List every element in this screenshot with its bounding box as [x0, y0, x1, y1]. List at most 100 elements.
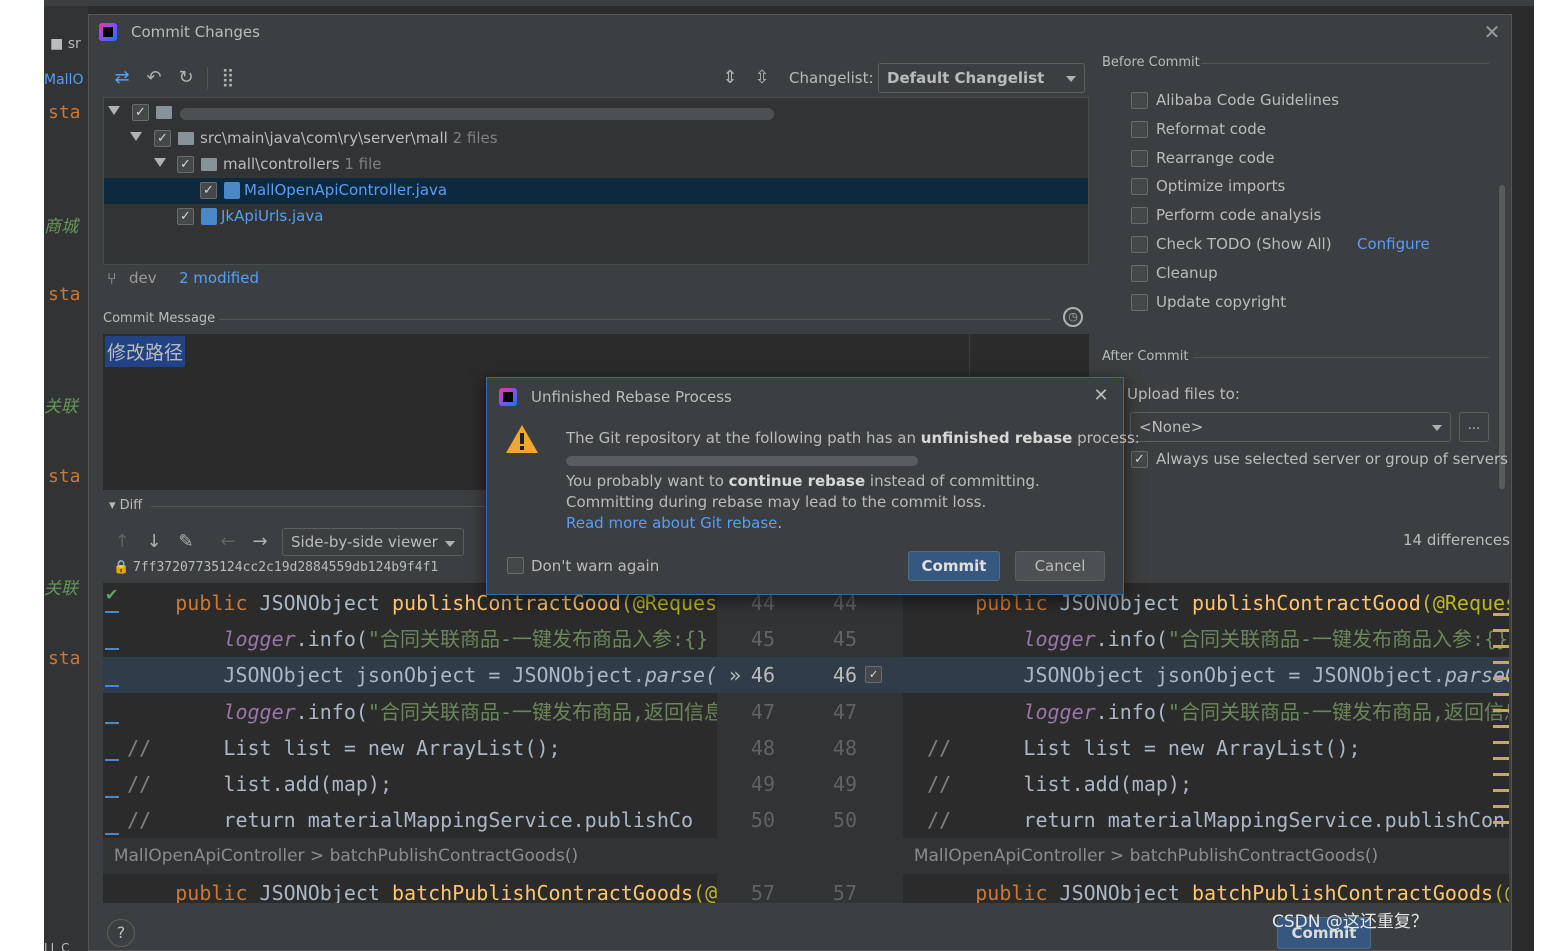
expand-all-icon[interactable]: ⇕ [719, 67, 741, 89]
tree-row-folder[interactable]: ✓ mall\controllers 1 file [104, 152, 1088, 178]
expand-arrow-icon[interactable] [154, 158, 166, 167]
diff-label: Diff [119, 498, 143, 513]
ide-cn-fragment: 关联 [44, 579, 78, 599]
left-code-pane[interactable]: public JSONObject publishContractGood(@R… [103, 583, 717, 903]
arrow-right-icon[interactable]: → [249, 531, 271, 553]
arrow-down-icon[interactable]: ↓ [143, 531, 165, 553]
show-diff-icon[interactable]: ⇄ [111, 67, 133, 89]
commit-hash: 7ff37207735124cc2c19d2884559db124b9f4f1 [133, 560, 439, 575]
option-checkbox[interactable] [1131, 120, 1148, 138]
changelist-label: Changelist: [789, 69, 874, 87]
code-line: // List list = new ArrayList(); [127, 735, 561, 760]
edit-icon[interactable]: ✎ [175, 531, 197, 553]
scroll-marker [1493, 741, 1509, 744]
modified-count-link[interactable]: 2 modified [179, 269, 259, 287]
code-line: public JSONObject batchPublishContractGo… [175, 880, 717, 903]
tree-row-root[interactable]: ✓ [104, 100, 1088, 126]
scroll-marker [1493, 693, 1509, 696]
option-checkbox[interactable] [1131, 293, 1148, 311]
browse-servers-button[interactable]: ... [1459, 412, 1489, 442]
viewer-mode-dropdown[interactable]: Side-by-side viewer [282, 528, 464, 556]
code-line: // list.add(map); [127, 772, 393, 796]
chevron-down-icon [445, 541, 455, 547]
after-commit-label: After Commit [1102, 349, 1189, 364]
line-number-right: 50 [832, 808, 857, 833]
rebase-cancel-button[interactable]: Cancel [1015, 551, 1105, 581]
help-button[interactable]: ? [107, 919, 135, 947]
divider [151, 506, 491, 507]
folder-checkbox[interactable]: ✓ [177, 156, 194, 173]
arrow-up-icon[interactable]: ↑ [111, 531, 133, 553]
line-number-left: 45 [750, 627, 775, 652]
folder-icon [201, 158, 217, 171]
upload-server-value: <None> [1139, 418, 1204, 436]
refresh-icon[interactable]: ↻ [175, 67, 197, 89]
changelist-dropdown[interactable]: Default Changelist [878, 63, 1085, 93]
git-rebase-help-link[interactable]: Read more about Git rebase. [566, 514, 782, 532]
ide-code-fragment: sta [48, 102, 81, 123]
line-number-left: 57 [750, 880, 775, 903]
scroll-marker [1493, 629, 1509, 632]
option-label: Alibaba Code Guidelines [1156, 91, 1339, 109]
right-code-pane[interactable]: public JSONObject publishContractGood(@R… [903, 583, 1509, 903]
rebase-commit-button[interactable]: Commit [908, 551, 1000, 581]
option-label: Rearrange code [1156, 148, 1275, 167]
tree-row-folder[interactable]: ✓ src\main\java\com\ry\server\mall 2 fil… [104, 126, 1088, 152]
blurred-path [180, 108, 774, 120]
warning-icon [506, 425, 538, 453]
option-label: Optimize imports [1156, 177, 1286, 196]
collapse-all-icon[interactable]: ⇳ [751, 67, 773, 89]
tree-row-file[interactable]: ✓ MallOpenApiController.java [104, 178, 1088, 204]
code-line: JSONObject jsonObject = JSONObject.parse… [903, 657, 1509, 694]
diff-viewer: public JSONObject publishContractGood(@R… [103, 583, 1509, 903]
folder-checkbox[interactable]: ✓ [154, 130, 171, 147]
arrow-left-icon[interactable]: ← [217, 531, 239, 553]
group-by-icon[interactable]: ⣿ [217, 67, 239, 89]
scrollbar[interactable] [1499, 185, 1505, 489]
close-icon[interactable]: ✕ [1091, 386, 1111, 406]
message-history-icon[interactable]: ◷ [1063, 307, 1083, 327]
ide-left-strip: ■ sr MallO sta 商城 sta 关联 sta 关联 sta LL C [44, 6, 88, 951]
diff-section-toggle[interactable]: ▾ Diff [109, 498, 142, 513]
upload-server-dropdown[interactable]: <None> [1130, 412, 1451, 442]
configure-link[interactable]: Configure [1357, 235, 1430, 253]
divider [219, 319, 1051, 320]
rollback-icon[interactable]: ↶ [143, 67, 165, 89]
option-checkbox[interactable] [1131, 149, 1148, 167]
change-marker [105, 611, 119, 613]
option-checkbox[interactable] [1131, 236, 1148, 253]
line-number-left: 48 [750, 735, 775, 760]
ide-cn-fragment: 关联 [44, 397, 78, 417]
scroll-marker [1493, 645, 1509, 648]
option-checkbox[interactable] [1131, 207, 1148, 225]
ide-code-fragment: sta [48, 284, 81, 305]
line-number-right: 57 [832, 880, 857, 903]
change-marker [105, 796, 119, 798]
option-checkbox[interactable] [1131, 264, 1148, 282]
root-checkbox[interactable]: ✓ [132, 104, 149, 121]
scroll-marker [1493, 773, 1509, 776]
expand-arrow-icon[interactable] [130, 132, 142, 141]
include-change-checkbox[interactable]: ✓ [865, 666, 882, 684]
scroll-marker [1493, 709, 1509, 712]
commit-message-text: 修改路径 [105, 336, 186, 367]
file-checkbox[interactable]: ✓ [177, 208, 194, 225]
changelist-value: Default Changelist [887, 69, 1045, 87]
tree-row-file[interactable]: ✓ JkApiUrls.java [104, 204, 1088, 230]
line-number-right: 47 [832, 699, 857, 724]
option-checkbox[interactable] [1131, 178, 1148, 196]
line-number-right: 48 [832, 735, 857, 760]
scroll-marker [1493, 613, 1509, 616]
scroll-marker [1493, 757, 1509, 760]
intellij-logo-icon [99, 23, 117, 41]
option-checkbox[interactable] [1131, 92, 1148, 109]
always-use-checkbox[interactable]: ✓ [1131, 451, 1148, 468]
java-file-icon [224, 182, 240, 199]
expand-arrow-icon[interactable] [108, 106, 120, 115]
dialog-title: Commit Changes [131, 23, 260, 41]
dont-warn-checkbox[interactable] [507, 557, 524, 574]
unfinished-rebase-dialog: Unfinished Rebase Process ✕ The Git repo… [486, 377, 1140, 595]
file-checkbox[interactable]: ✓ [200, 182, 217, 199]
tree-item-label: JkApiUrls.java [221, 207, 324, 225]
close-icon[interactable]: ✕ [1481, 21, 1503, 43]
